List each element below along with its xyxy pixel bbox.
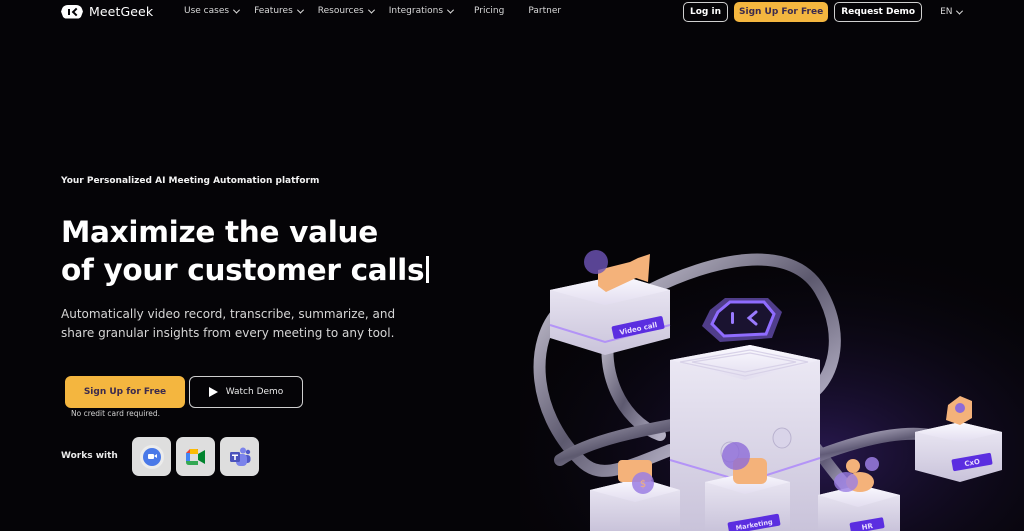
play-icon <box>208 387 218 397</box>
hr-label: HR <box>861 522 874 531</box>
zoom-integration[interactable] <box>132 437 171 476</box>
menu-label: Integrations <box>388 6 444 16</box>
svg-text:$: $ <box>640 479 646 490</box>
google-meet-integration[interactable] <box>176 437 215 476</box>
google-meet-icon <box>185 448 205 465</box>
hero-cta-row: Sign Up for Free Watch Demo <box>65 376 303 408</box>
top-nav: MeetGeek Use cases Features Resources In… <box>0 0 1024 24</box>
microsoft-teams-icon <box>229 447 250 466</box>
hero-signup-button[interactable]: Sign Up for Free <box>65 376 185 408</box>
meetgeek-logo-icon <box>61 4 83 19</box>
menu-use-cases[interactable]: Use cases <box>184 6 241 16</box>
microsoft-teams-integration[interactable] <box>220 437 259 476</box>
zoom-icon <box>142 447 161 466</box>
signup-button[interactable]: Sign Up For Free <box>734 2 829 22</box>
language-label: EN <box>940 7 953 17</box>
menu-pricing[interactable]: Pricing <box>474 6 504 16</box>
language-selector[interactable]: EN <box>940 7 963 17</box>
headline-line-2: of your customer calls <box>61 253 425 287</box>
menu-label: Features <box>254 6 293 16</box>
hero-illustration: Video call CxO $ Marketing HR <box>520 220 1024 531</box>
menu-label: Resources <box>317 6 364 16</box>
brand-logo[interactable]: MeetGeek <box>61 4 153 19</box>
menu-resources[interactable]: Resources <box>317 6 375 16</box>
watch-demo-label: Watch Demo <box>225 387 284 397</box>
chevron-down-icon <box>446 6 455 14</box>
chevron-down-icon <box>955 7 963 15</box>
integrations-row <box>132 437 259 476</box>
chevron-down-icon <box>233 6 241 14</box>
hero-subtext: Automatically video record, transcribe, … <box>61 307 396 340</box>
menu-integrations[interactable]: Integrations <box>388 6 455 16</box>
menu-partner[interactable]: Partner <box>528 6 561 16</box>
login-button[interactable]: Log in <box>683 2 728 22</box>
headline-line-1: Maximize the value <box>61 215 378 249</box>
main-menu: Use cases Features Resources Integration… <box>184 6 576 16</box>
chevron-down-icon <box>296 6 304 14</box>
works-with-label: Works with <box>61 451 118 461</box>
menu-label: Pricing <box>474 6 505 16</box>
chevron-down-icon <box>367 6 375 14</box>
nav-actions: Log in Sign Up For Free Request Demo EN <box>683 2 963 22</box>
watch-demo-button[interactable]: Watch Demo <box>189 376 303 408</box>
menu-label: Partner <box>528 6 562 16</box>
menu-label: Use cases <box>184 6 230 16</box>
request-demo-button[interactable]: Request Demo <box>834 2 923 22</box>
typing-cursor <box>426 256 430 283</box>
brand-name: MeetGeek <box>89 4 154 19</box>
hero-headline: Maximize the value of your customer call… <box>61 213 430 289</box>
hero-eyebrow: Your Personalized AI Meeting Automation … <box>61 176 320 186</box>
menu-features[interactable]: Features <box>254 6 304 16</box>
no-credit-card-note: No credit card required. <box>71 409 161 418</box>
